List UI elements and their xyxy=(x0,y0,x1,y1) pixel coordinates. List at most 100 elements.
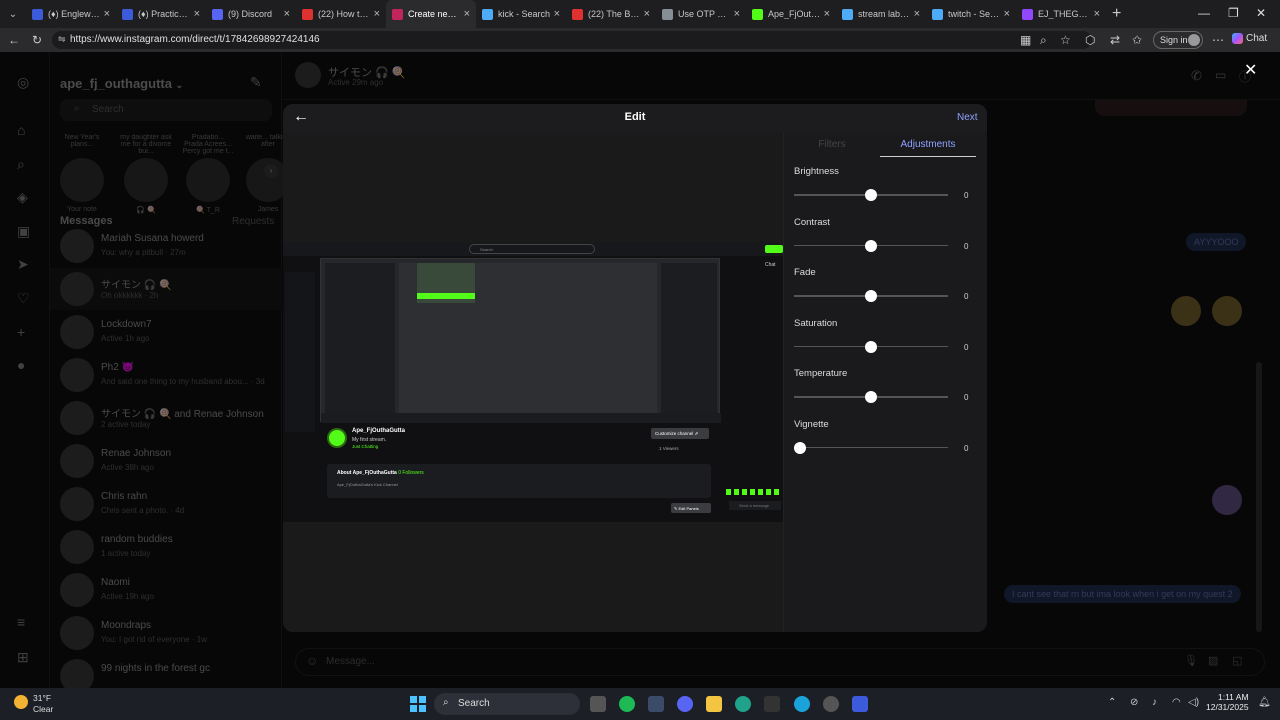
tab-filters[interactable]: Filters xyxy=(784,139,880,150)
tab-close-icon[interactable]: × xyxy=(824,8,830,20)
taskbar-search[interactable]: ⌕ Search xyxy=(434,693,580,715)
tab-adjustments[interactable]: Adjustments xyxy=(880,139,976,150)
edit-modal: ← Edit Next Search Chat Ape_FjOuthaGutta xyxy=(283,104,987,632)
url-text: https://www.instagram.com/direct/t/17842… xyxy=(70,34,320,45)
browser-tab[interactable]: twitch - Search× xyxy=(926,0,1016,28)
discord-icon[interactable] xyxy=(677,696,693,712)
settings-icon[interactable] xyxy=(823,696,839,712)
close-window-icon[interactable]: ✕ xyxy=(1256,6,1266,20)
slider-knob[interactable] xyxy=(865,391,877,403)
preview-search-box: Search xyxy=(469,244,595,254)
adjustment-slider[interactable] xyxy=(794,391,948,403)
maximize-icon[interactable]: ❐ xyxy=(1228,6,1239,20)
split-screen-icon[interactable]: ⇄ xyxy=(1110,33,1120,47)
app-icon[interactable]: ▦ xyxy=(1020,33,1031,47)
clock-time: 1:11 AM xyxy=(1217,692,1249,702)
more-menu-icon[interactable]: ⋯ xyxy=(1212,33,1224,47)
tab-close-icon[interactable]: × xyxy=(914,8,920,20)
url-field[interactable]: ⇋ https://www.instagram.com/direct/t/178… xyxy=(52,31,1092,49)
spotify-icon[interactable] xyxy=(619,696,635,712)
adjustment-slider[interactable] xyxy=(794,441,948,454)
adjustment-slider[interactable] xyxy=(794,189,948,201)
browser-tab[interactable]: stream labs - S× xyxy=(836,0,926,28)
app-icon[interactable] xyxy=(764,696,780,712)
tab-favicon-icon xyxy=(32,8,43,20)
favorite-icon[interactable]: ☆ xyxy=(1060,33,1071,47)
preview-channel-avatar xyxy=(327,428,347,448)
back-icon[interactable]: ← xyxy=(8,33,20,47)
tab-favicon-icon xyxy=(752,8,763,20)
browser-tab[interactable]: (22) How to ch× xyxy=(296,0,386,28)
zoom-icon[interactable]: ⌕ xyxy=(1040,33,1047,48)
image-preview-area: Search Chat Ape_FjOuthaGutta My first st… xyxy=(283,132,783,632)
edge-icon[interactable] xyxy=(794,696,810,712)
tab-close-icon[interactable]: × xyxy=(194,8,200,20)
browser-tab[interactable]: kick - Search × xyxy=(476,0,566,28)
browser-tab[interactable]: Use OTP To Pr× xyxy=(656,0,746,28)
next-button[interactable]: Next xyxy=(957,112,978,123)
tab-close-icon[interactable]: × xyxy=(104,8,110,20)
app-icon[interactable] xyxy=(852,696,868,712)
sign-in-button[interactable]: Sign in xyxy=(1153,31,1203,49)
favorites-bar-icon[interactable]: ✩ xyxy=(1132,33,1142,47)
refresh-icon[interactable]: ↻ xyxy=(32,33,42,47)
adjustment-label: Brightness xyxy=(794,166,839,177)
browser-tab[interactable]: (9) Discord × xyxy=(206,0,296,28)
site-info-icon[interactable]: ⇋ xyxy=(58,34,66,45)
tab-close-icon[interactable]: × xyxy=(734,8,740,20)
slider-knob[interactable] xyxy=(865,290,877,302)
tab-favicon-icon xyxy=(212,8,223,20)
preview-inner-window xyxy=(320,258,721,423)
adjustment-slider[interactable] xyxy=(794,290,948,302)
volume-icon[interactable]: ◁) xyxy=(1188,697,1199,708)
preview-edit-panels: ✎ Edit Panels xyxy=(671,503,711,513)
adjustment-slider[interactable] xyxy=(794,340,948,353)
tab-title: (♦) Practical B xyxy=(138,9,191,19)
copilot-chat-button[interactable]: Chat xyxy=(1232,33,1267,44)
slider-knob[interactable] xyxy=(794,441,806,454)
tab-close-icon[interactable]: × xyxy=(374,8,380,20)
slider-knob[interactable] xyxy=(865,189,877,201)
browser-tab[interactable]: EJ_THEGOATGA× xyxy=(1016,0,1106,28)
preview-viewers: 1 Viewers xyxy=(659,446,679,451)
task-view-icon[interactable] xyxy=(590,696,606,712)
tab-actions-icon[interactable]: ⌄ xyxy=(0,9,26,20)
taskbar-search-label: Search xyxy=(458,698,490,709)
adjustment-slider[interactable] xyxy=(794,239,948,252)
slider-track[interactable] xyxy=(794,446,948,448)
file-explorer-icon[interactable] xyxy=(706,696,722,712)
app-icon[interactable] xyxy=(648,696,664,712)
tab-close-icon[interactable]: × xyxy=(1004,8,1010,20)
tab-close-icon[interactable]: × xyxy=(644,8,650,20)
slider-knob[interactable] xyxy=(865,340,877,353)
notifications-icon[interactable]: 🔔︎ xyxy=(1258,697,1271,708)
tab-close-icon[interactable]: × xyxy=(464,8,470,20)
browser-tab[interactable]: (♦) Englewoo × xyxy=(26,0,116,28)
extensions-icon[interactable]: ⬡ xyxy=(1085,33,1095,47)
close-icon[interactable]: ✕ xyxy=(1244,60,1257,80)
browser-tab[interactable]: (♦) Practical B × xyxy=(116,0,206,28)
tray-overflow-icon[interactable]: ⌃ xyxy=(1108,697,1116,708)
preview-channel-name: Ape_FjOuthaGutta xyxy=(352,428,406,434)
app-icon[interactable] xyxy=(735,696,751,712)
minimize-icon[interactable]: — xyxy=(1198,6,1210,20)
preview-left-rail xyxy=(285,272,315,432)
preview-about-title: About Ape_FjOuthaGutta xyxy=(337,470,397,476)
preview-category: Just Chatting xyxy=(352,444,378,449)
tab-close-icon[interactable]: × xyxy=(1094,8,1100,20)
browser-tab[interactable]: Create new po× xyxy=(386,0,476,28)
network-off-icon[interactable]: ⊘ xyxy=(1130,697,1138,708)
browser-tab[interactable]: (22) The Best S× xyxy=(566,0,656,28)
tab-title: (♦) Englewoo xyxy=(48,9,101,19)
windows-start-icon[interactable] xyxy=(410,696,426,712)
wifi-icon[interactable]: ◠ xyxy=(1172,697,1181,708)
clock[interactable]: 1:11 AM 12/31/2025 xyxy=(1206,692,1249,712)
tab-close-icon[interactable]: × xyxy=(554,8,560,20)
preview-inner-sidebar xyxy=(325,263,395,413)
tab-close-icon[interactable]: × xyxy=(284,8,290,20)
mic-icon[interactable]: ♪ xyxy=(1152,697,1157,708)
new-tab-button[interactable]: + xyxy=(1112,5,1121,23)
slider-knob[interactable] xyxy=(865,239,877,252)
preview-stream-title: My first stream. xyxy=(352,437,387,443)
browser-tab[interactable]: Ape_FjOuthaGu× xyxy=(746,0,836,28)
